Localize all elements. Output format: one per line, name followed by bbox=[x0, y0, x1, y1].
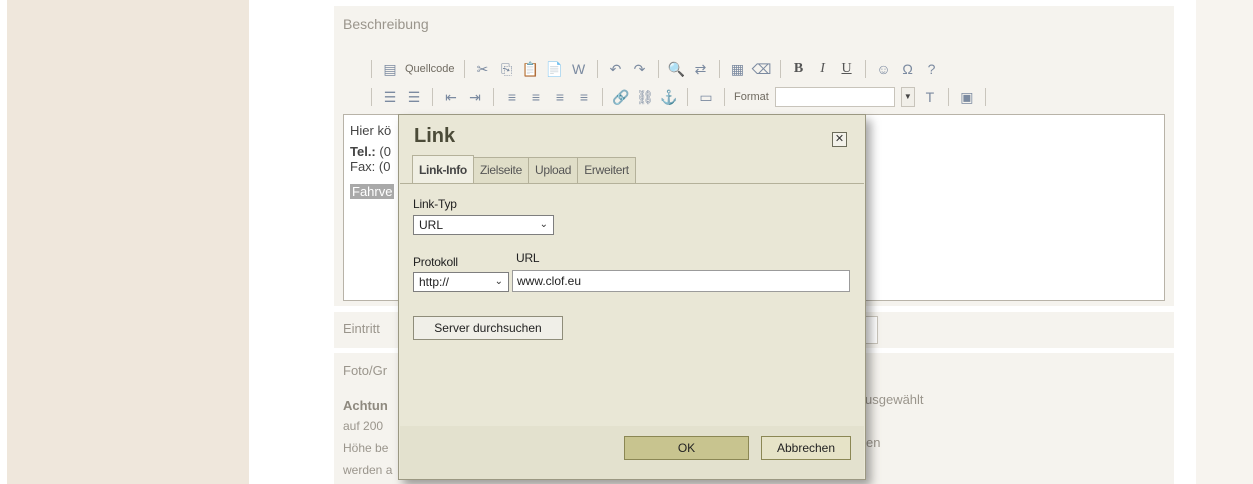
cancel-button[interactable]: Abbrechen bbox=[761, 436, 851, 460]
format-label: Format bbox=[734, 91, 769, 103]
dialog-title: Link bbox=[414, 125, 456, 147]
en-text: en bbox=[866, 435, 881, 450]
url-value: www.clof.eu bbox=[517, 274, 582, 288]
selected-text: Fahrve bbox=[350, 184, 395, 199]
description-label: Beschreibung bbox=[343, 16, 429, 32]
link-dialog: Link ✕ Link-Info Zielseite Upload Erweit… bbox=[398, 114, 866, 480]
ausgewaehlt-text: usgewählt bbox=[865, 392, 924, 407]
smiley-icon[interactable]: ☺ bbox=[875, 60, 893, 78]
link-type-label: Link-Typ bbox=[413, 197, 457, 211]
find-icon[interactable]: 🔍 bbox=[668, 60, 686, 78]
editor-toolbar: ▤ Quellcode ✂ ⎘ 📋 📄 W ↶ ↷ 🔍 ⇄ ▦ ⌫ B I U … bbox=[343, 52, 1165, 114]
justify-icon[interactable]: ≡ bbox=[575, 88, 593, 106]
source-icon[interactable]: ▤ bbox=[381, 60, 399, 78]
unlink-icon[interactable]: ⛓ bbox=[636, 88, 654, 106]
protocol-label: Protokoll bbox=[413, 255, 458, 269]
bold-icon[interactable]: B bbox=[790, 60, 808, 78]
format-select[interactable] bbox=[774, 87, 895, 107]
copy-icon[interactable]: ⎘ bbox=[498, 60, 516, 78]
tel-value: (0 bbox=[379, 144, 391, 159]
align-right-icon[interactable]: ≡ bbox=[551, 88, 569, 106]
redo-icon[interactable]: ↷ bbox=[631, 60, 649, 78]
left-sidebar-background bbox=[7, 0, 249, 484]
tab-zielseite[interactable]: Zielseite bbox=[472, 157, 529, 183]
numbered-list-icon[interactable]: ☰ bbox=[381, 88, 399, 106]
anchor-icon[interactable]: ⚓ bbox=[660, 88, 678, 106]
tab-link-info[interactable]: Link-Info bbox=[412, 155, 474, 183]
help-icon[interactable]: ? bbox=[923, 60, 941, 78]
tab-upload[interactable]: Upload bbox=[527, 157, 579, 183]
paste-icon[interactable]: 📋 bbox=[522, 60, 540, 78]
align-left-icon[interactable]: ≡ bbox=[503, 88, 521, 106]
url-label: URL bbox=[516, 251, 540, 265]
select-all-icon[interactable]: ▦ bbox=[729, 60, 747, 78]
browse-server-button[interactable]: Server durchsuchen bbox=[413, 316, 563, 340]
bullet-list-icon[interactable]: ☰ bbox=[405, 88, 423, 106]
foto-label: Foto/Gr bbox=[343, 363, 388, 378]
eintritt-label: Eintritt bbox=[343, 321, 380, 336]
italic-icon[interactable]: I bbox=[814, 60, 832, 78]
outdent-icon[interactable]: ⇤ bbox=[442, 88, 460, 106]
link-icon[interactable]: 🔗 bbox=[612, 88, 630, 106]
link-type-select[interactable]: URL ⌄ bbox=[413, 215, 554, 235]
tab-erweitert[interactable]: Erweitert bbox=[577, 157, 636, 183]
auf-text: auf 200 bbox=[343, 419, 384, 433]
werden-text: werden a bbox=[343, 463, 393, 477]
maximize-icon[interactable]: ▣ bbox=[958, 88, 976, 106]
source-button[interactable]: Quellcode bbox=[405, 63, 455, 75]
table-icon[interactable]: ▭ bbox=[697, 88, 715, 106]
url-input[interactable]: www.clof.eu bbox=[512, 270, 850, 292]
indent-icon[interactable]: ⇥ bbox=[466, 88, 484, 106]
dialog-footer: OK Abbrechen bbox=[400, 426, 864, 479]
paste-text-icon[interactable]: 📄 bbox=[546, 60, 564, 78]
achtung-text: Achtun bbox=[343, 398, 388, 413]
align-center-icon[interactable]: ≡ bbox=[527, 88, 545, 106]
format-dropdown-arrow[interactable]: ▼ bbox=[900, 87, 915, 107]
hoehe-text: Höhe be bbox=[343, 441, 389, 455]
ok-button[interactable]: OK bbox=[624, 436, 749, 460]
remove-format-icon[interactable]: ⌫ bbox=[752, 60, 772, 78]
undo-icon[interactable]: ↶ bbox=[607, 60, 625, 78]
eintritt-input-edge[interactable] bbox=[866, 316, 878, 344]
protocol-select[interactable]: http:// ⌄ bbox=[413, 272, 509, 292]
cut-icon[interactable]: ✂ bbox=[474, 60, 492, 78]
tel-label: Tel.: bbox=[350, 144, 376, 159]
chevron-down-icon: ⌄ bbox=[494, 276, 503, 287]
underline-icon[interactable]: U bbox=[838, 60, 856, 78]
link-type-value: URL bbox=[419, 218, 444, 232]
toolbar-row-1: ▤ Quellcode ✂ ⎘ 📋 📄 W ↶ ↷ 🔍 ⇄ ▦ ⌫ B I U … bbox=[368, 56, 941, 82]
replace-icon[interactable]: ⇄ bbox=[692, 60, 710, 78]
right-sidebar-background bbox=[1196, 0, 1253, 484]
dialog-body: Link-Typ URL ⌄ Protokoll URL http:// ⌄ w… bbox=[400, 183, 864, 425]
special-char-icon[interactable]: Ω bbox=[899, 60, 917, 78]
chevron-down-icon: ⌄ bbox=[539, 219, 548, 230]
paste-word-icon[interactable]: W bbox=[570, 60, 588, 78]
toolbar-row-2: ☰ ☰ ⇤ ⇥ ≡ ≡ ≡ ≡ 🔗 ⛓ ⚓ ▭ Format ▼ T ▣ bbox=[368, 84, 989, 110]
dialog-tabs: Link-Info Zielseite Upload Erweitert bbox=[412, 155, 636, 183]
text-color-icon[interactable]: T bbox=[921, 88, 939, 106]
close-icon[interactable]: ✕ bbox=[832, 132, 847, 147]
protocol-value: http:// bbox=[419, 275, 450, 289]
